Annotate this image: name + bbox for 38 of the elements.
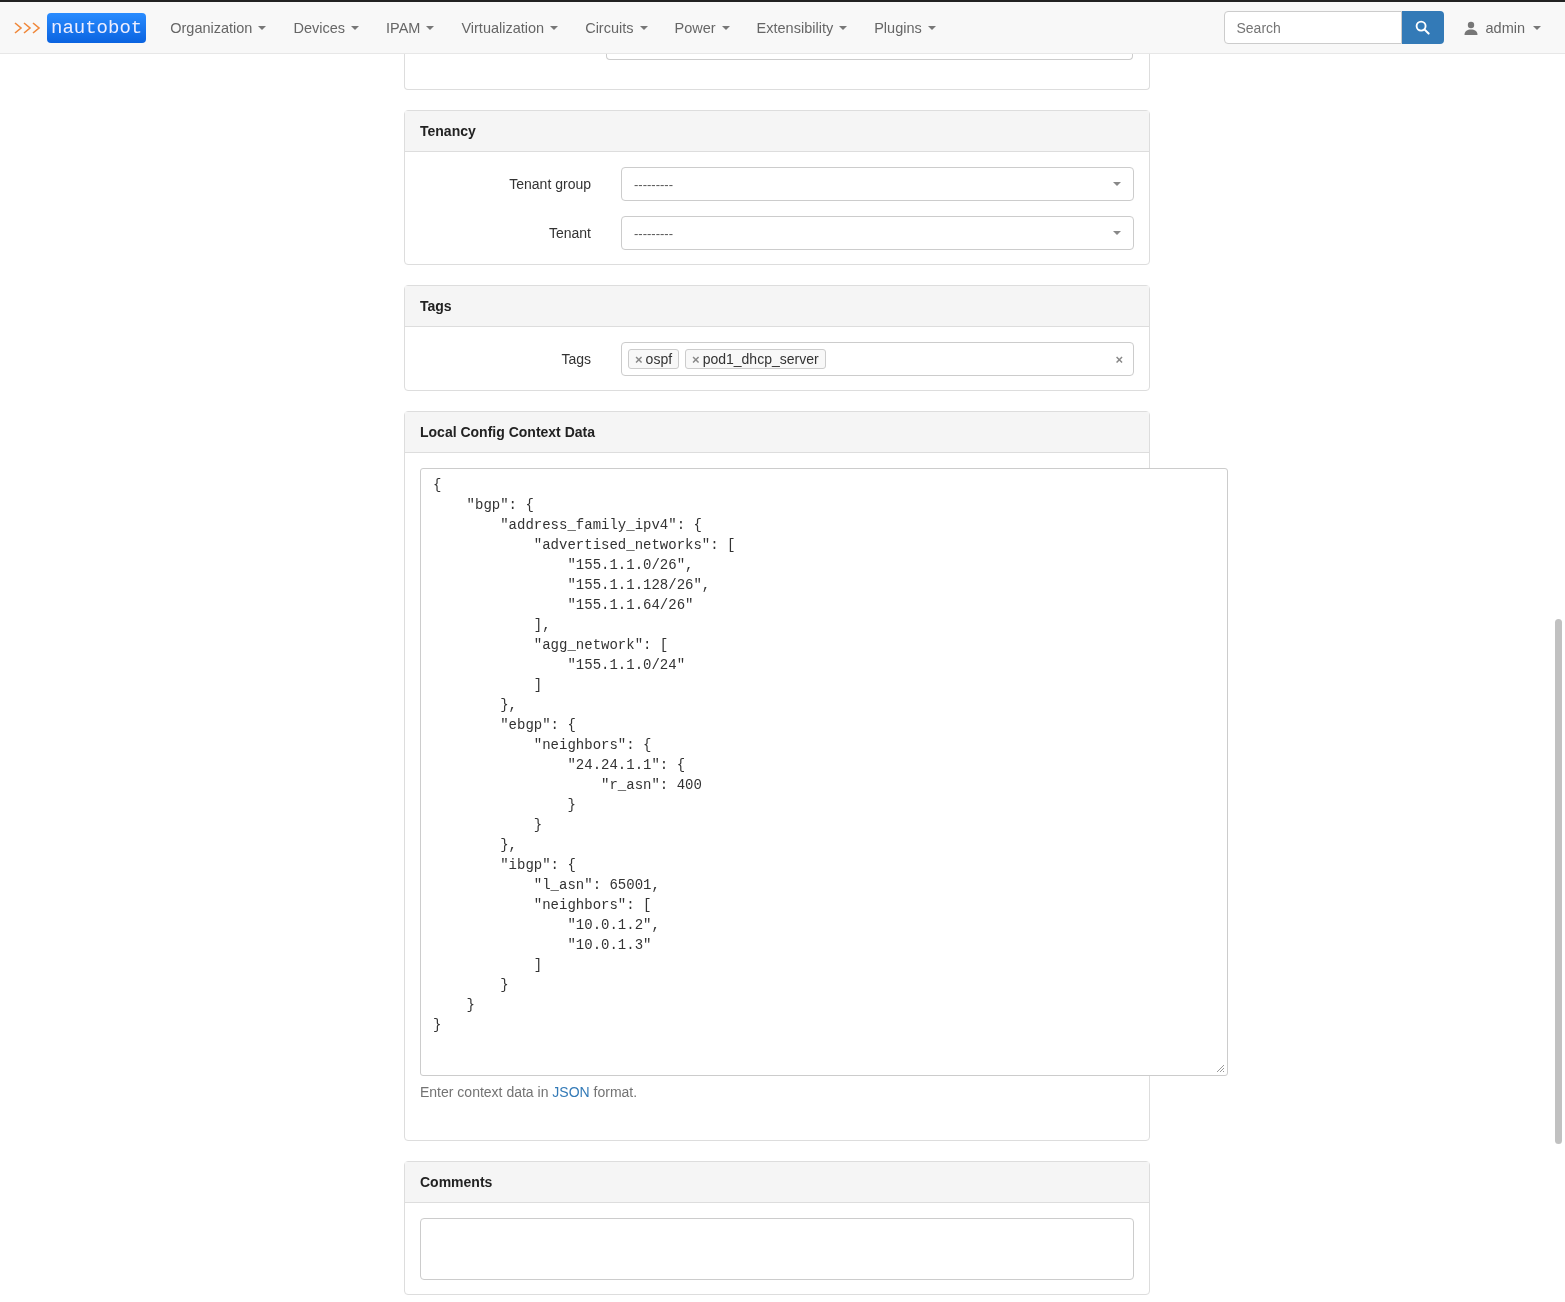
- help-text: Enter context data in JSON format.: [420, 1084, 639, 1100]
- select-field[interactable]: ---------: [621, 167, 1134, 201]
- panel-title: Local Config Context Data: [420, 424, 595, 440]
- nav-menu[interactable]: Devices: [281, 19, 374, 36]
- search-button[interactable]: [1401, 11, 1444, 44]
- field-label: Tenant: [547, 225, 592, 241]
- nav-menu[interactable]: Plugins: [862, 19, 951, 36]
- panel-title: Tags: [420, 298, 452, 314]
- logo[interactable]: nautobot: [47, 12, 147, 43]
- resize-handle-icon[interactable]: [1215, 1063, 1225, 1073]
- clear-button[interactable]: ×: [1115, 351, 1127, 367]
- scrollbar-thumb[interactable]: [1555, 619, 1562, 1144]
- remove-tag-button[interactable]: ×: [692, 351, 700, 367]
- nav-menu[interactable]: Circuits: [573, 19, 663, 36]
- remove-tag-button[interactable]: ×: [635, 351, 643, 367]
- user-menu[interactable]: admin: [1463, 19, 1541, 36]
- field-label: Tags: [560, 351, 592, 367]
- panel-title: Comments: [420, 1174, 493, 1190]
- json-link[interactable]: JSON: [552, 1084, 590, 1100]
- comments-textarea[interactable]: [420, 1218, 1134, 1280]
- panel-title: Tenancy: [420, 123, 476, 139]
- nav-menu[interactable]: Extensibility: [744, 19, 863, 36]
- search-field[interactable]: Search: [1223, 11, 1402, 44]
- user-icon: [1463, 20, 1478, 35]
- text-field[interactable]: [606, 54, 1133, 60]
- search-icon: [1415, 20, 1430, 35]
- nav-menu[interactable]: Organization: [158, 19, 282, 36]
- json-textarea[interactable]: { "bgp": { "address_family_ipv4": { "advertised_networks": [ "155.1.1.0/26", "155.1.1.128/26", "155.1.1.64/26" ], "agg_network": [ "155.1.1.0/24" ] }, "ebgp": { "neighbors": { "24.24.1.1": { "r_asn": 400 } } }, "ibgp": { "l_asn": 65001, "neighbors": [ "10.0.1.2", "10.0.1.3" ] } } }: [420, 468, 1228, 1076]
- caret-icon: [1113, 182, 1121, 186]
- caret-icon: [1113, 231, 1121, 235]
- tag-label: pod1_dhcp_server: [702, 351, 819, 367]
- select-field[interactable]: ---------: [621, 216, 1134, 250]
- tags-field[interactable]: × ospf × pod1_dhcp_server ×: [621, 342, 1134, 376]
- field-label: Tenant group: [508, 176, 592, 192]
- nav-menu[interactable]: Virtualization: [449, 19, 574, 36]
- tag-label: ospf: [645, 351, 673, 367]
- nav-menu[interactable]: IPAM: [374, 19, 450, 36]
- nav-menu[interactable]: Power: [662, 19, 745, 36]
